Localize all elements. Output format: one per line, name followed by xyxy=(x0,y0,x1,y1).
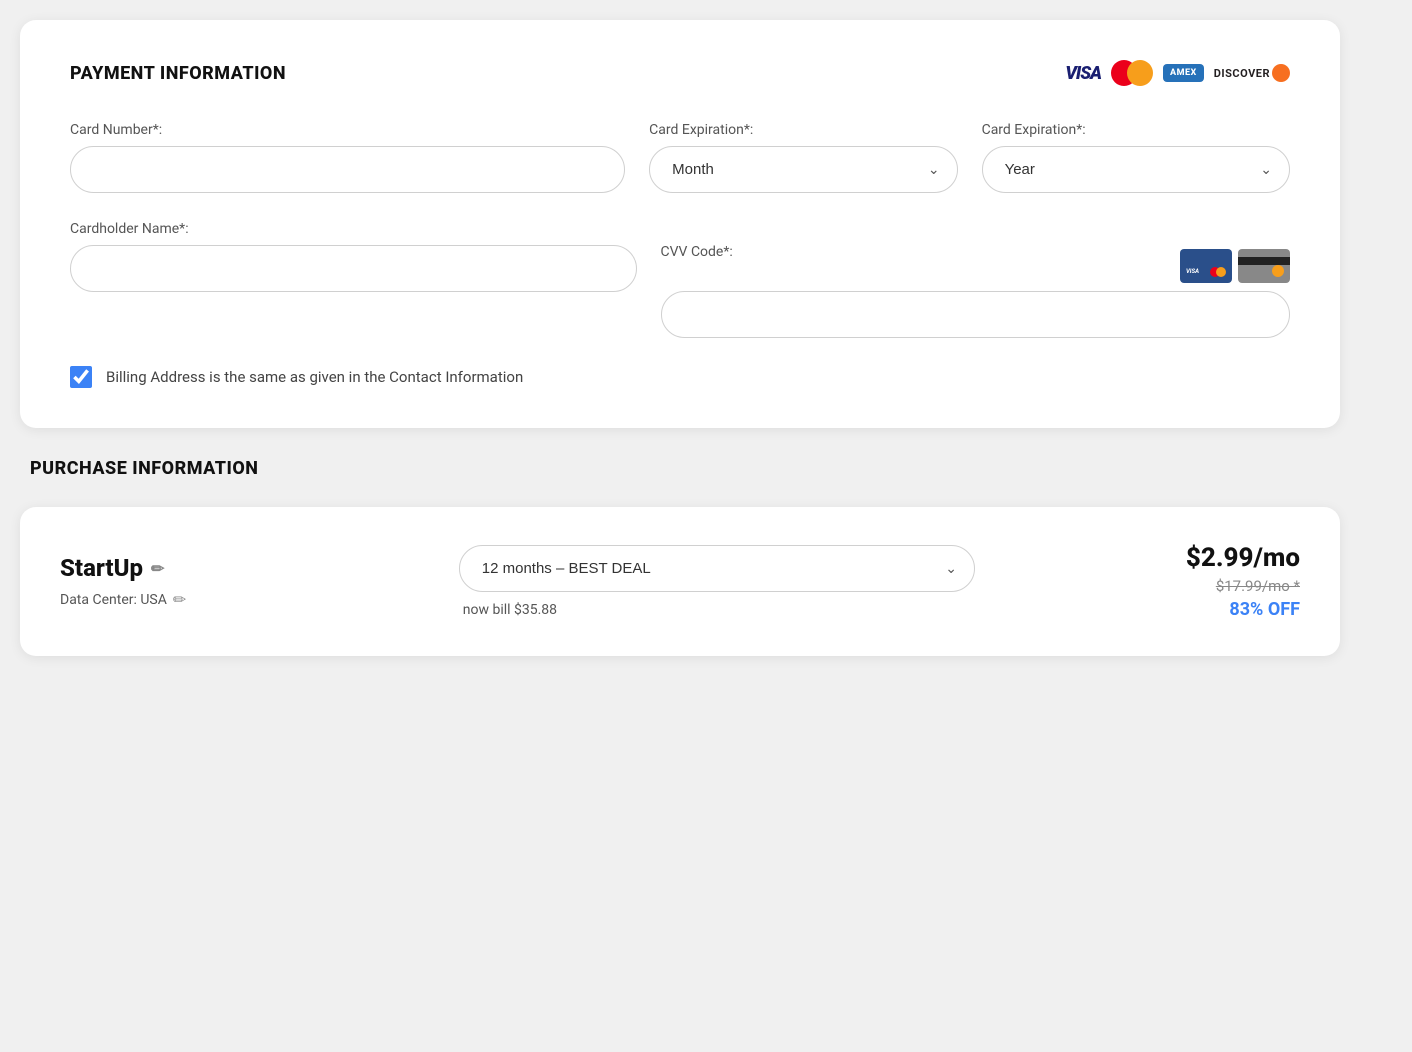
product-datacenter: Data Center: USA ✏ xyxy=(60,590,429,609)
cvv-stripe xyxy=(1238,257,1290,265)
expiry-month-label: Card Expiration*: xyxy=(649,122,957,138)
card-number-input[interactable] xyxy=(70,146,625,193)
expiry-month-select[interactable]: Month 01020304 05060708 09101112 xyxy=(649,146,957,193)
expiry-month-group: Card Expiration*: Month 01020304 0506070… xyxy=(649,122,957,193)
product-name-text: StartUp xyxy=(60,554,143,582)
cvv-card-front-icon: VISA xyxy=(1180,249,1232,283)
card-logos: VISA AMEX DISCOVER xyxy=(1065,60,1290,86)
cvv-dot xyxy=(1272,265,1284,277)
discount-badge: 83% OFF xyxy=(1005,599,1300,620)
plan-bill-note: now bill $35.88 xyxy=(459,602,975,618)
payment-header: PAYMENT INFORMATION VISA AMEX DISCOVER xyxy=(70,60,1290,86)
payment-card: PAYMENT INFORMATION VISA AMEX DISCOVER C… xyxy=(20,20,1340,428)
card-number-group: Card Number*: xyxy=(70,122,625,193)
amex-logo: AMEX xyxy=(1163,64,1204,82)
month-select-wrapper: Month 01020304 05060708 09101112 ⌄ xyxy=(649,146,957,193)
plan-select[interactable]: 1 month 6 months 12 months – BEST DEAL 2… xyxy=(459,545,975,592)
discover-circle xyxy=(1272,64,1290,82)
card-number-row: Card Number*: Card Expiration*: Month 01… xyxy=(70,122,1290,193)
plan-selector: 1 month 6 months 12 months – BEST DEAL 2… xyxy=(459,545,975,618)
datacenter-edit-icon[interactable]: ✏ xyxy=(173,590,186,609)
cvv-label: CVV Code*: xyxy=(661,244,733,260)
discover-text: DISCOVER xyxy=(1214,67,1270,80)
product-name-edit-icon[interactable]: ✏ xyxy=(151,559,164,578)
discover-logo: DISCOVER xyxy=(1214,64,1290,82)
expiry-year-select[interactable]: Year 2024202520262027 202820292030 xyxy=(982,146,1290,193)
cardholder-row: Cardholder Name*: CVV Code*: VISA xyxy=(70,221,1290,338)
card-number-label: Card Number*: xyxy=(70,122,625,138)
product-name: StartUp ✏ xyxy=(60,554,429,582)
billing-address-checkbox[interactable] xyxy=(70,366,92,388)
mc-orange-circle xyxy=(1127,60,1153,86)
billing-checkbox-label[interactable]: Billing Address is the same as given in … xyxy=(106,368,523,386)
datacenter-label: Data Center: USA xyxy=(60,592,167,608)
billing-checkbox-row: Billing Address is the same as given in … xyxy=(70,366,1290,388)
current-price: $2.99/mo xyxy=(1005,543,1300,573)
cardholder-input[interactable] xyxy=(70,245,637,292)
purchase-section: PURCHASE INFORMATION StartUp ✏ Data Cent… xyxy=(20,458,1340,656)
product-info: StartUp ✏ Data Center: USA ✏ xyxy=(60,554,429,609)
expiry-year-label: Card Expiration*: xyxy=(982,122,1290,138)
mastercard-logo xyxy=(1111,60,1153,86)
payment-title: PAYMENT INFORMATION xyxy=(70,63,286,84)
purchase-card: StartUp ✏ Data Center: USA ✏ 1 month 6 m… xyxy=(20,507,1340,656)
cardholder-label: Cardholder Name*: xyxy=(70,221,637,237)
cvv-card-icon: VISA xyxy=(1180,249,1290,283)
plan-select-wrapper: 1 month 6 months 12 months – BEST DEAL 2… xyxy=(459,545,975,592)
purchase-title: PURCHASE INFORMATION xyxy=(20,458,1340,479)
cardholder-name-group: Cardholder Name*: xyxy=(70,221,637,292)
cvv-input[interactable] xyxy=(661,291,1290,338)
cvv-group: CVV Code*: VISA xyxy=(661,221,1290,338)
pricing-info: $2.99/mo $17.99/mo * 83% OFF xyxy=(1005,543,1300,620)
original-price: $17.99/mo * xyxy=(1005,577,1300,595)
expiry-year-group: Card Expiration*: Year 2024202520262027 … xyxy=(982,122,1290,193)
year-select-wrapper: Year 2024202520262027 202820292030 ⌄ xyxy=(982,146,1290,193)
visa-logo: VISA xyxy=(1065,63,1101,84)
cvv-card-back-icon xyxy=(1238,249,1290,283)
